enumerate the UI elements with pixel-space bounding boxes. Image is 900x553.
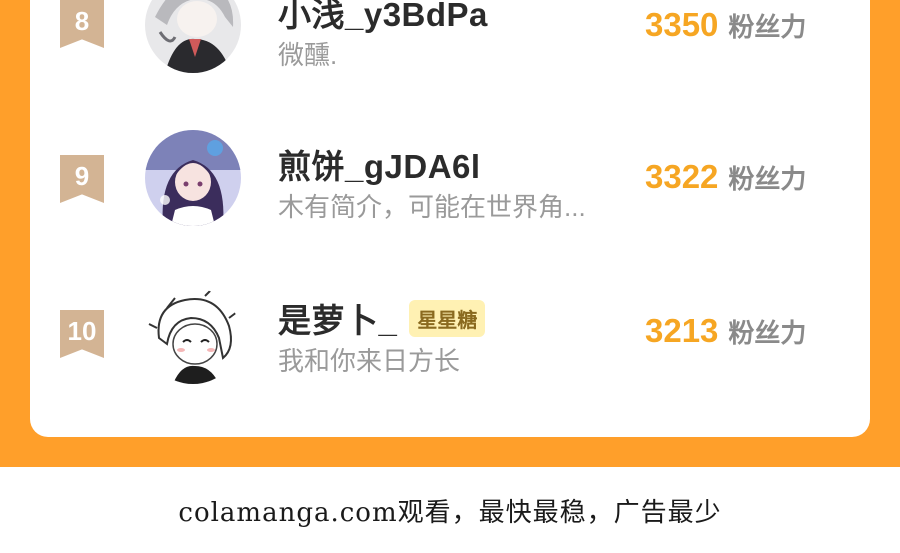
avatar-image [145,288,241,384]
watermark-text: colamanga.com观看，最快最稳，广告最少 [178,497,722,528]
avatar-image [145,0,241,73]
ranking-frame: 8 小浅_y3BdPa 微醺. 3350 粉丝力 9 煎饼_gJDA6l 木有简… [0,0,900,467]
user-bio: 木有简介，可能在世界角... [278,192,586,222]
fan-power-score: 3213 粉丝力 [645,312,806,350]
avatar[interactable] [145,0,241,73]
watermark-footer: colamanga.com观看，最快最稳，广告最少 [0,467,900,553]
ranking-row[interactable]: 10 是萝卜_ 星星糖 我和你来日方长 3213 粉丝力 [30,280,870,430]
user-bio: 我和你来日方长 [278,346,461,376]
user-name[interactable]: 小浅_y3BdPa [278,0,488,36]
rank-ribbon: 10 [60,310,104,358]
user-name-line: 是萝卜_ 星星糖 [278,294,486,342]
avatar[interactable] [145,130,241,226]
score-unit: 粉丝力 [728,12,807,42]
avatar-image [145,130,241,226]
ranking-row[interactable]: 9 煎饼_gJDA6l 木有简介，可能在世界角... 3322 粉丝力 [30,130,870,280]
user-badge: 星星糖 [409,299,486,337]
fan-power-score: 3322 粉丝力 [645,158,806,196]
user-name-line: 小浅_y3BdPa [278,0,488,36]
rank-ribbon: 9 [60,155,104,203]
user-name[interactable]: 是萝卜_ [278,294,397,342]
score-value: 3213 [645,312,719,349]
user-name[interactable]: 煎饼_gJDA6l [278,140,481,188]
score-value: 3350 [645,6,719,43]
score-unit: 粉丝力 [728,164,807,194]
avatar[interactable] [145,288,241,384]
rank-ribbon: 8 [60,0,104,48]
user-name-line: 煎饼_gJDA6l [278,140,481,188]
score-value: 3322 [645,158,719,195]
fan-power-score: 3350 粉丝力 [645,6,806,44]
ranking-card: 8 小浅_y3BdPa 微醺. 3350 粉丝力 9 煎饼_gJDA6l 木有简… [30,0,870,437]
user-bio: 微醺. [278,40,338,70]
ranking-row[interactable]: 8 小浅_y3BdPa 微醺. 3350 粉丝力 [30,0,870,130]
score-unit: 粉丝力 [728,318,807,348]
